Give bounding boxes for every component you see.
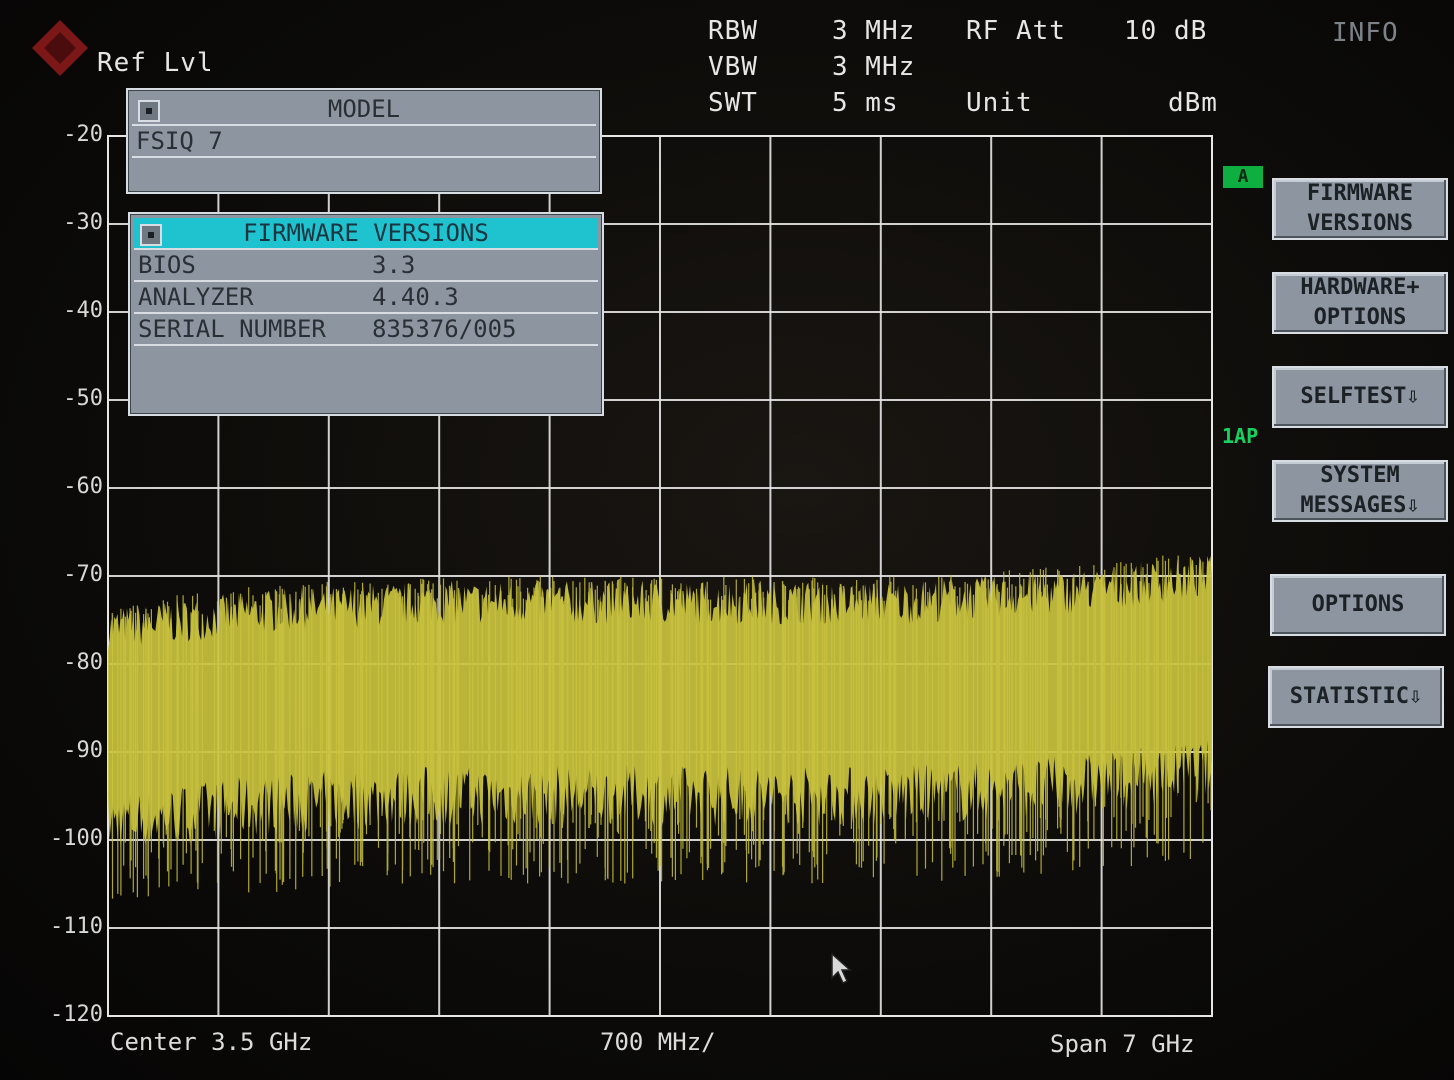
y-tick-label: -60 — [63, 474, 103, 499]
trace-a-badge: A — [1223, 166, 1263, 188]
statistic-softkey[interactable]: STATISTIC⇩ — [1268, 666, 1444, 728]
y-tick-label: -90 — [63, 738, 103, 763]
y-tick-label: -20 — [63, 122, 103, 147]
firmware-key: SERIAL NUMBER — [138, 315, 326, 343]
model-close-icon[interactable] — [138, 100, 160, 122]
firmware-row: BIOS 3.3 — [134, 250, 598, 282]
selftest-softkey[interactable]: SELFTEST⇩ — [1272, 366, 1448, 428]
firmware-key: ANALYZER — [138, 283, 254, 311]
firmware-key: BIOS — [138, 251, 196, 279]
firmware-value: 835376/005 — [372, 315, 517, 343]
options-softkey[interactable]: OPTIONS — [1270, 574, 1446, 636]
firmware-versions-dialog[interactable]: FIRMWARE VERSIONS BIOS 3.3 ANALYZER 4.40… — [128, 212, 604, 416]
trace-spikes — [111, 555, 1212, 899]
model-dialog-title[interactable]: MODEL — [132, 94, 596, 126]
y-tick-label: -80 — [63, 650, 103, 675]
firmware-row: ANALYZER 4.40.3 — [134, 282, 598, 314]
y-tick-label: -100 — [50, 826, 103, 851]
y-tick-label: -70 — [63, 562, 103, 587]
firmware-close-icon[interactable] — [140, 224, 162, 246]
y-tick-label: -110 — [50, 914, 103, 939]
frequency-span: Span 7 GHz — [1050, 1030, 1195, 1058]
analyzer-screen: Ref Lvl RBW 3 MHz VBW 3 MHz SWT 5 ms RF … — [0, 0, 1454, 1080]
y-tick-label: -40 — [63, 298, 103, 323]
y-tick-label: -120 — [50, 1002, 103, 1027]
frequency-per-division: 700 MHz/ — [600, 1028, 716, 1056]
model-value: FSIQ 7 — [136, 127, 223, 155]
system-messages-softkey[interactable]: SYSTEM MESSAGES⇩ — [1272, 460, 1448, 522]
hardware-options-softkey[interactable]: HARDWARE+ OPTIONS — [1272, 272, 1448, 334]
firmware-row: SERIAL NUMBER 835376/005 — [134, 314, 598, 346]
model-row: FSIQ 7 — [132, 126, 596, 158]
model-dialog[interactable]: MODEL FSIQ 7 — [126, 88, 602, 194]
firmware-dialog-title[interactable]: FIRMWARE VERSIONS — [134, 218, 598, 250]
trace-mode-label: 1AP — [1222, 424, 1259, 448]
y-tick-label: -30 — [63, 210, 103, 235]
firmware-versions-softkey[interactable]: FIRMWARE VERSIONS — [1272, 178, 1448, 240]
mouse-pointer-icon — [831, 952, 852, 985]
firmware-value: 3.3 — [372, 251, 416, 279]
y-tick-label: -50 — [63, 386, 103, 411]
center-frequency: Center 3.5 GHz — [110, 1028, 313, 1056]
firmware-value: 4.40.3 — [372, 283, 459, 311]
